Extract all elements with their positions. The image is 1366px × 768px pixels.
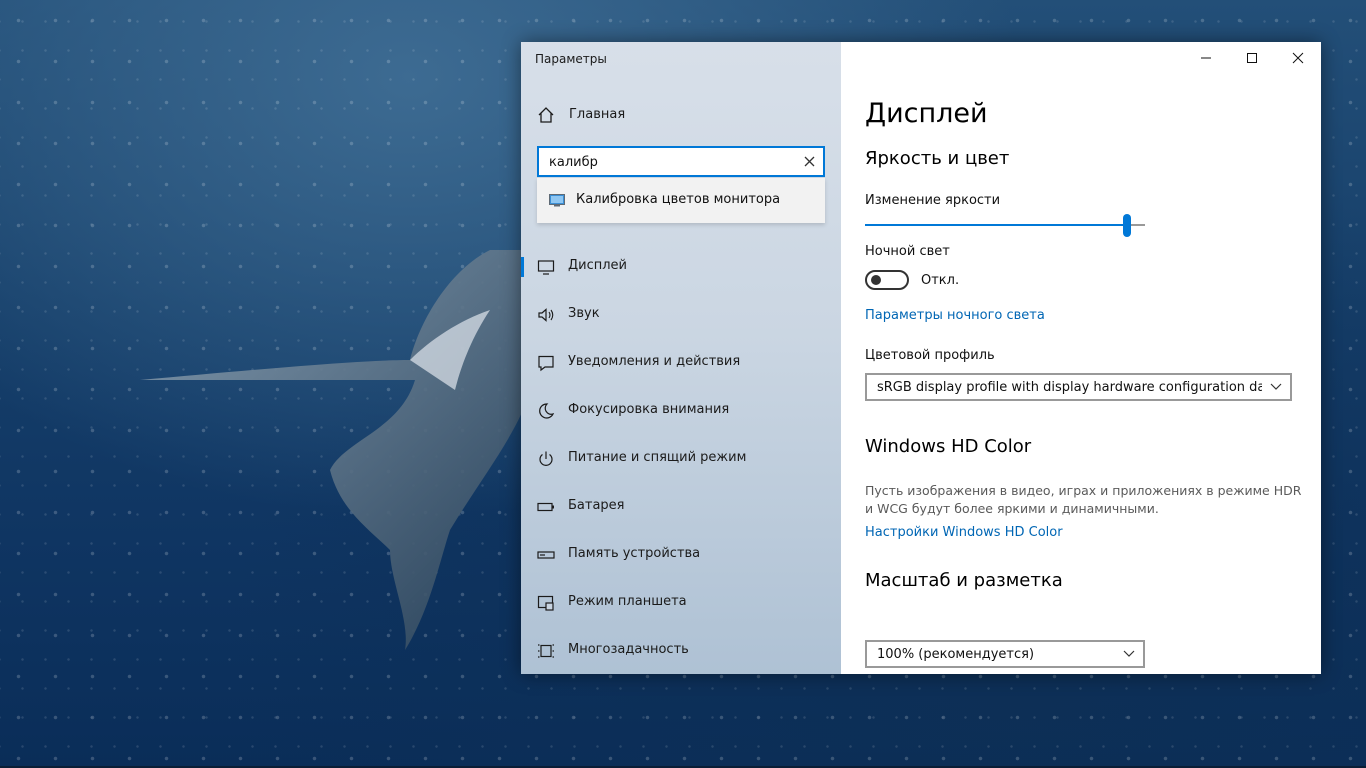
hd-color-settings-link[interactable]: Настройки Windows HD Color — [865, 525, 1063, 540]
chevron-down-icon — [1123, 650, 1135, 657]
notification-icon — [538, 355, 554, 372]
sidebar-item-sound[interactable]: Звук — [521, 295, 841, 335]
sidebar-item-power[interactable]: Питание и спящий режим — [521, 439, 841, 479]
storage-icon — [537, 551, 555, 559]
minimize-icon — [1201, 57, 1211, 59]
sidebar-item-label: Звук — [568, 306, 600, 321]
brightness-label: Изменение яркости — [865, 193, 1001, 208]
maximize-icon — [1247, 53, 1257, 63]
sidebar-item-label: Уведомления и действия — [568, 354, 741, 369]
sidebar-item-label: Многозадачность — [568, 642, 689, 657]
night-light-state: Откл. — [921, 273, 960, 288]
sidebar-item-label: Память устройства — [568, 546, 701, 561]
sidebar-item-label: Главная — [569, 107, 626, 122]
hd-color-description: Пусть изображения в видео, играх и прило… — [865, 483, 1302, 516]
search-box — [537, 146, 825, 177]
settings-window: Параметры Главная Калибровка цветов мони… — [521, 42, 1321, 674]
color-profile-label: Цветовой профиль — [865, 348, 995, 363]
dropdown-value: sRGB display profile with display hardwa… — [877, 380, 1262, 395]
section-brightness-color: Яркость и цвет — [865, 148, 1010, 169]
sidebar-item-tablet-mode[interactable]: Режим планшета — [521, 583, 841, 623]
close-button[interactable] — [1275, 42, 1321, 74]
chevron-down-icon — [1270, 383, 1282, 390]
page-title: Дисплей — [865, 98, 988, 129]
scale-dropdown[interactable]: 100% (рекомендуется) — [865, 640, 1145, 668]
home-icon — [538, 107, 554, 123]
search-input[interactable] — [549, 153, 789, 171]
display-icon — [537, 260, 555, 275]
section-scale-layout: Масштаб и разметка — [865, 570, 1063, 591]
sidebar-item-display[interactable]: Дисплей — [521, 247, 841, 287]
wallpaper-shark — [140, 250, 530, 650]
night-light-settings-link[interactable]: Параметры ночного света — [865, 308, 1045, 323]
maximize-button[interactable] — [1229, 42, 1275, 74]
toggle-knob — [871, 275, 881, 285]
close-icon — [1292, 52, 1304, 64]
multitask-icon — [538, 644, 554, 658]
sidebar-item-label: Батарея — [568, 498, 625, 513]
power-icon — [539, 451, 553, 466]
tablet-icon — [537, 595, 554, 611]
sidebar-item-multitasking[interactable]: Многозадачность — [521, 631, 841, 671]
sidebar-item-label: Режим планшета — [568, 594, 687, 609]
sidebar: Параметры Главная Калибровка цветов мони… — [521, 42, 841, 674]
sidebar-item-notifications[interactable]: Уведомления и действия — [521, 343, 841, 383]
section-hd-color: Windows HD Color — [865, 436, 1032, 457]
app-title: Параметры — [535, 52, 607, 66]
speaker-icon — [538, 308, 554, 322]
minimize-button[interactable] — [1183, 42, 1229, 74]
sidebar-item-focus-assist[interactable]: Фокусировка внимания — [521, 391, 841, 431]
monitor-icon — [549, 194, 565, 207]
slider-thumb[interactable] — [1123, 214, 1131, 237]
sidebar-item-label: Питание и спящий режим — [568, 450, 747, 465]
sidebar-item-storage[interactable]: Память устройства — [521, 535, 841, 575]
night-light-label: Ночной свет — [865, 244, 950, 259]
moon-icon — [539, 403, 555, 419]
suggestion-label: Калибровка цветов монитора — [576, 192, 781, 207]
battery-icon — [537, 502, 554, 512]
close-icon[interactable] — [804, 156, 815, 167]
color-profile-dropdown[interactable]: sRGB display profile with display hardwa… — [865, 373, 1292, 401]
slider-fill — [865, 224, 1127, 226]
search-suggestion[interactable]: Калибровка цветов монитора — [537, 178, 825, 223]
sidebar-item-battery[interactable]: Батарея — [521, 487, 841, 527]
content-pane: Дисплей Яркость и цвет Изменение яркости… — [841, 42, 1321, 674]
night-light-toggle[interactable] — [865, 270, 909, 290]
brightness-slider[interactable] — [865, 214, 1145, 238]
sidebar-item-home[interactable]: Главная — [521, 98, 841, 132]
dropdown-value: 100% (рекомендуется) — [877, 647, 1035, 662]
sidebar-item-label: Фокусировка внимания — [568, 402, 730, 417]
sidebar-item-label: Дисплей — [568, 258, 628, 273]
